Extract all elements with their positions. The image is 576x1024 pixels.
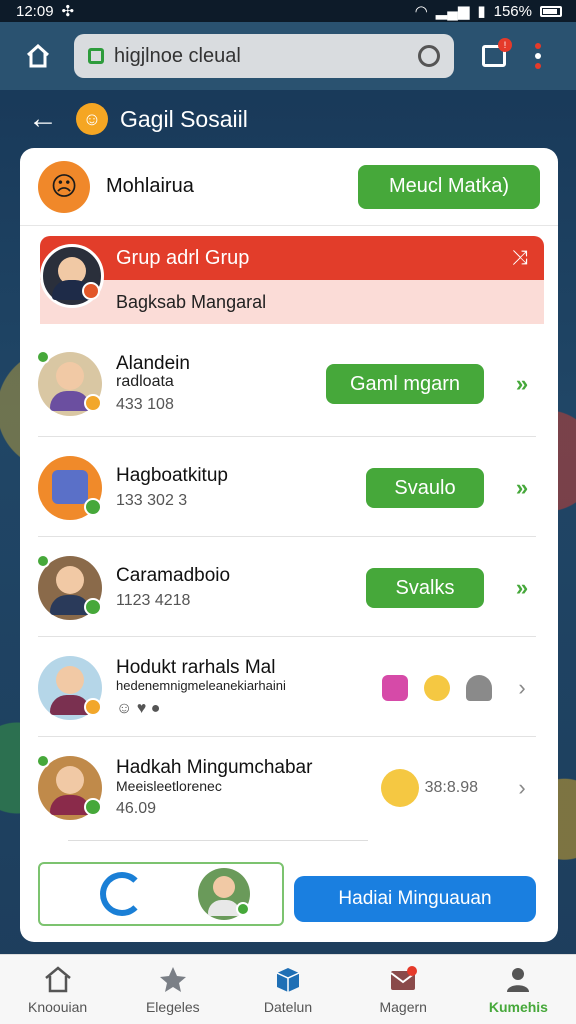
- nav-item-home[interactable]: Knoouian: [0, 955, 115, 1024]
- list-item[interactable]: Alandein radloata 433 108 Gaml mgarn »: [20, 334, 558, 434]
- highlight-group-subtitle-bar: Bagksab Mangaral: [40, 280, 544, 324]
- double-chevron-right-icon[interactable]: »: [502, 575, 542, 601]
- card-header-name: Mohlairua: [106, 175, 194, 197]
- highlight-group-title: Grup adrl Grup: [116, 246, 250, 269]
- card-header: ☹ Mohlairua Meucl Matka): [20, 148, 558, 226]
- wifi-icon: ◠: [414, 3, 428, 20]
- box-icon: [276, 967, 300, 992]
- nav-label: Kumehis: [488, 998, 548, 1015]
- list-item[interactable]: Hagboatkitup 133 302 3 Svaulo »: [20, 438, 558, 538]
- page-header: ← ☺ Gagil Sosaiil: [28, 96, 248, 142]
- list-item-title: Caramadboio: [116, 565, 231, 586]
- list-item[interactable]: Hadkah Mingumchabar Meeisleetlorenec 46.…: [20, 738, 558, 838]
- list-item-title: Alandein: [116, 353, 190, 374]
- tabs-button[interactable]: !: [472, 34, 516, 78]
- nav-label: Knoouian: [28, 998, 88, 1015]
- double-chevron-right-icon[interactable]: »: [502, 371, 542, 397]
- highlight-group-title-bar: Grup adrl Grup ⤨: [40, 236, 544, 280]
- shuffle-icon[interactable]: ⤨: [512, 247, 528, 270]
- app-logo-icon: [100, 872, 144, 916]
- group-card: ☹ Mohlairua Meucl Matka) Grup adrl Grup …: [20, 148, 558, 942]
- nav-item-box[interactable]: Datelun: [230, 955, 345, 1024]
- nav-label: Elegeles: [145, 998, 200, 1015]
- ghost-icon[interactable]: [466, 675, 492, 701]
- nav-item-profile[interactable]: Kumehis: [461, 955, 576, 1024]
- smiley-icon: ☺: [76, 103, 108, 135]
- list-item-subtitle: radloata: [116, 373, 174, 390]
- row-action-button[interactable]: Svalks: [366, 568, 484, 608]
- divider: [38, 736, 536, 737]
- double-chevron-right-icon[interactable]: »: [502, 475, 542, 501]
- home-button[interactable]: [16, 34, 60, 78]
- avatar: [36, 350, 102, 416]
- highlight-group[interactable]: Grup adrl Grup ⤨ Bagksab Mangaral: [40, 236, 544, 324]
- battery-icon: ▮: [477, 3, 486, 20]
- header-action-button[interactable]: Meucl Matka): [358, 164, 540, 209]
- url-bar[interactable]: higjlnoe cleual: [74, 34, 454, 78]
- lock-icon: [88, 48, 104, 64]
- list-item-title: Hagboatkitup: [116, 465, 228, 486]
- tabs-badge: !: [498, 38, 512, 52]
- more-vertical-icon: [535, 43, 541, 69]
- list-item-title: Hodukt rarhals Mal: [116, 657, 276, 678]
- emoji-icon[interactable]: [380, 769, 419, 807]
- bottom-promo-box[interactable]: [38, 862, 284, 926]
- page-title: Gagil Sosaiil: [120, 105, 248, 132]
- status-bar: 12:09 ✣ ◠ ▂▄▆ ▮ 156%: [0, 0, 576, 22]
- status-time: 12:09: [16, 2, 54, 20]
- avatar: [38, 656, 102, 720]
- list-item-title: Hadkah Mingumchabar: [116, 757, 313, 778]
- mail-icon: [390, 965, 418, 990]
- emoji-reactions: ☺ ♥ ●: [116, 700, 161, 717]
- star-icon: [159, 966, 186, 992]
- divider: [68, 840, 368, 841]
- menu-button[interactable]: [516, 34, 560, 78]
- battery-percent: 156%: [493, 2, 532, 20]
- back-arrow-icon[interactable]: ←: [28, 102, 58, 136]
- avatar: [40, 244, 104, 308]
- nav-label: Magern: [379, 998, 427, 1015]
- divider: [38, 536, 536, 537]
- list-item-meta: 433 108: [116, 396, 174, 413]
- highlight-group-subtitle: Bagksab Mangaral: [116, 291, 267, 312]
- home-icon: [44, 965, 71, 992]
- gift-icon[interactable]: [382, 675, 408, 701]
- avatar: [36, 554, 102, 620]
- user-icon: [507, 967, 530, 992]
- url-text: higjlnoe cleual: [114, 44, 241, 67]
- settings-icon: ✣: [61, 3, 75, 20]
- divider: [38, 436, 536, 437]
- reload-icon[interactable]: [418, 45, 440, 67]
- avatar: [36, 754, 102, 820]
- list-item-subtitle: Meeisleetlorenec: [116, 778, 222, 794]
- divider: [38, 636, 536, 637]
- list-item-meta: 1123 4218: [116, 592, 191, 609]
- list-item-subtitle: hedenemnigmeleanekiarhaini: [116, 678, 286, 693]
- nav-label: Datelun: [263, 998, 313, 1015]
- bottom-navigation: Knoouian Elegeles Datelun Magern Kumehis: [0, 954, 576, 1024]
- avatar: [198, 868, 250, 920]
- nav-item-explore[interactable]: Elegeles: [115, 955, 230, 1024]
- chevron-right-icon[interactable]: ›: [502, 675, 542, 701]
- list-item-meta: 133 302 3: [116, 492, 188, 509]
- primary-cta-button[interactable]: Hadiai Minguauan: [294, 876, 536, 922]
- battery-outline-icon: [540, 5, 562, 17]
- emoji-avatar-icon: ☹: [38, 160, 90, 213]
- nav-item-messages[interactable]: Magern: [346, 955, 461, 1024]
- emoji-icon[interactable]: [424, 675, 450, 701]
- list-item-time: 38:8.98: [424, 779, 478, 796]
- list-item[interactable]: Caramadboio 1123 4218 Svalks »: [20, 538, 558, 638]
- signal-icon: ▂▄▆: [435, 3, 470, 20]
- row-action-button[interactable]: Gaml mgarn: [326, 364, 484, 404]
- home-icon: [26, 44, 50, 68]
- chevron-right-icon[interactable]: ›: [502, 775, 542, 801]
- list-item[interactable]: Hodukt rarhals Mal hedenemnigmeleanekiar…: [20, 638, 558, 738]
- row-action-button[interactable]: Svaulo: [366, 468, 484, 508]
- list-item-meta: 46.09: [116, 800, 157, 817]
- app-icon: [38, 456, 102, 520]
- browser-toolbar: higjlnoe cleual !: [0, 22, 576, 90]
